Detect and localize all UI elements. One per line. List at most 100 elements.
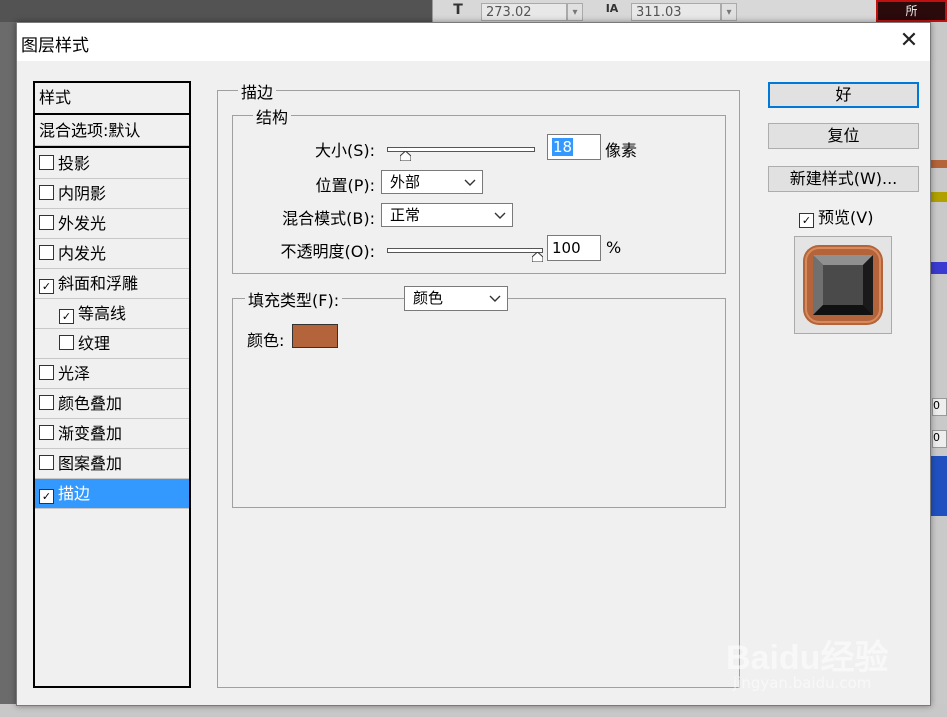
checkbox-icon[interactable] [39, 425, 54, 440]
blend-mode-label: 混合模式(B): [282, 209, 375, 228]
checkbox-icon[interactable]: ✓ [39, 279, 54, 294]
blend-mode-select[interactable]: 正常 [381, 203, 513, 227]
style-item-label: 颜色叠加 [58, 394, 123, 413]
style-item[interactable]: 内发光 [35, 239, 189, 269]
divider [35, 146, 189, 148]
style-item-label: 内发光 [58, 244, 107, 263]
checkbox-icon[interactable] [39, 185, 54, 200]
fill-type-select[interactable]: 颜色 [404, 286, 508, 311]
preview-checkbox[interactable]: ✓ 预览(V) [799, 204, 873, 228]
background-swatch [930, 192, 947, 202]
font-size-field[interactable]: 273.02 [481, 3, 567, 21]
style-preview-image [803, 245, 883, 325]
background-swatch [930, 456, 947, 516]
style-item[interactable]: 投影 [35, 149, 189, 179]
style-item[interactable]: ✓ 等高线 [35, 299, 189, 329]
style-item[interactable]: 内阴影 [35, 179, 189, 209]
background-thumbnail: 所 [876, 0, 947, 22]
ok-button[interactable]: 好 [768, 82, 919, 108]
structure-title: 结构 [253, 104, 292, 128]
size-unit: 像素 [605, 141, 638, 160]
checkbox-icon[interactable] [39, 455, 54, 470]
checkbox-icon[interactable] [39, 365, 54, 380]
opacity-unit: % [606, 238, 622, 257]
chevron-down-icon[interactable]: ▾ [721, 3, 737, 21]
style-item-label: 投影 [58, 154, 91, 173]
style-item-label: 外发光 [58, 214, 107, 233]
dialog-title: 图层样式 [21, 36, 89, 56]
blend-mode-value: 正常 [390, 206, 421, 224]
style-item-label: 渐变叠加 [58, 424, 123, 443]
watermark-brand: Baidu经验 [726, 639, 889, 677]
chevron-down-icon [464, 179, 476, 186]
style-preview [794, 236, 892, 334]
close-icon[interactable]: ✕ [894, 27, 924, 55]
layer-style-dialog: 图层样式 ✕ 样式 混合选项:默认 投影内阴影外发光内发光 ✓ 斜面和浮雕 ✓ 等高线纹… [16, 22, 931, 706]
style-item-label: 光泽 [58, 364, 91, 383]
structure-group: 结构 大小(S): 18 像素 位置(P): 外部 混合模式(B): 正常 不透… [232, 104, 726, 274]
fill-type-value: 颜色 [413, 289, 444, 307]
checkbox-icon[interactable]: ✓ [39, 489, 54, 504]
checkbox-icon[interactable] [39, 245, 54, 260]
style-item[interactable]: 外发光 [35, 209, 189, 239]
style-item[interactable]: 颜色叠加 [35, 389, 189, 419]
checkbox-icon[interactable] [39, 155, 54, 170]
opacity-input[interactable]: 100 [547, 235, 601, 261]
tracking-icon: IA [605, 2, 619, 15]
opacity-value: 100 [552, 239, 581, 257]
style-item[interactable]: 纹理 [35, 329, 189, 359]
position-label: 位置(P): [315, 176, 375, 195]
title-bar: 图层样式 ✕ [17, 23, 930, 61]
opacity-slider[interactable] [387, 248, 543, 253]
background-swatch [930, 160, 947, 168]
checkbox-icon[interactable] [39, 395, 54, 410]
style-item-label: 斜面和浮雕 [58, 274, 139, 293]
stroke-section-title: 描边 [238, 79, 277, 103]
background-swatch [930, 262, 947, 274]
new-style-button[interactable]: 新建样式(W)... [768, 166, 919, 192]
chevron-down-icon[interactable]: ▾ [567, 3, 583, 21]
font-size-icon: T [453, 2, 463, 18]
style-item[interactable]: ✓ 斜面和浮雕 [35, 269, 189, 299]
style-item[interactable]: ✓ 描边 [35, 479, 189, 509]
reset-button[interactable]: 复位 [768, 123, 919, 149]
background-right-panel [930, 22, 947, 717]
background-character-toolbar: T 273.02 ▾ IA 311.03 ▾ [432, 0, 883, 22]
style-item-label: 图案叠加 [58, 454, 123, 473]
style-item[interactable]: 光泽 [35, 359, 189, 389]
size-value: 18 [552, 138, 574, 156]
preview-label: 预览(V) [818, 208, 874, 227]
background-value: 0 [932, 430, 947, 448]
watermark-url: jingyan.baidu.com [733, 674, 872, 692]
size-label: 大小(S): [314, 141, 375, 160]
position-select[interactable]: 外部 [381, 170, 483, 194]
fill-type-group: 填充类型(F): 颜色 颜色: [232, 286, 726, 508]
tracking-field[interactable]: 311.03 [631, 3, 721, 21]
style-item[interactable]: 渐变叠加 [35, 419, 189, 449]
checkbox-icon[interactable]: ✓ [799, 213, 814, 228]
color-label: 颜色: [247, 331, 285, 350]
style-item-label: 等高线 [78, 304, 127, 323]
style-item-label: 纹理 [78, 334, 111, 353]
styles-list: 样式 混合选项:默认 投影内阴影外发光内发光 ✓ 斜面和浮雕 ✓ 等高线纹理光泽颜色叠加… [33, 81, 191, 688]
divider [35, 113, 189, 115]
fill-type-label: 填充类型(F): [245, 287, 343, 311]
size-slider-thumb[interactable] [399, 151, 411, 161]
checkbox-icon[interactable] [59, 335, 74, 350]
position-value: 外部 [390, 173, 421, 191]
chevron-down-icon [489, 295, 501, 302]
background-value: 0 [932, 398, 947, 416]
opacity-slider-thumb[interactable] [532, 252, 543, 262]
chevron-down-icon [494, 212, 506, 219]
opacity-label: 不透明度(O): [280, 242, 375, 261]
styles-header[interactable]: 样式 [35, 83, 189, 113]
stroke-section: 描边 结构 大小(S): 18 像素 位置(P): 外部 混合模式(B): 正常 [217, 79, 740, 688]
style-item-label: 内阴影 [58, 184, 107, 203]
size-input[interactable]: 18 [547, 134, 601, 160]
style-item[interactable]: 图案叠加 [35, 449, 189, 479]
checkbox-icon[interactable] [39, 215, 54, 230]
stroke-color-swatch[interactable] [292, 324, 338, 348]
blending-options-item[interactable]: 混合选项:默认 [35, 116, 189, 146]
style-item-label: 描边 [58, 484, 91, 503]
checkbox-icon[interactable]: ✓ [59, 309, 74, 324]
